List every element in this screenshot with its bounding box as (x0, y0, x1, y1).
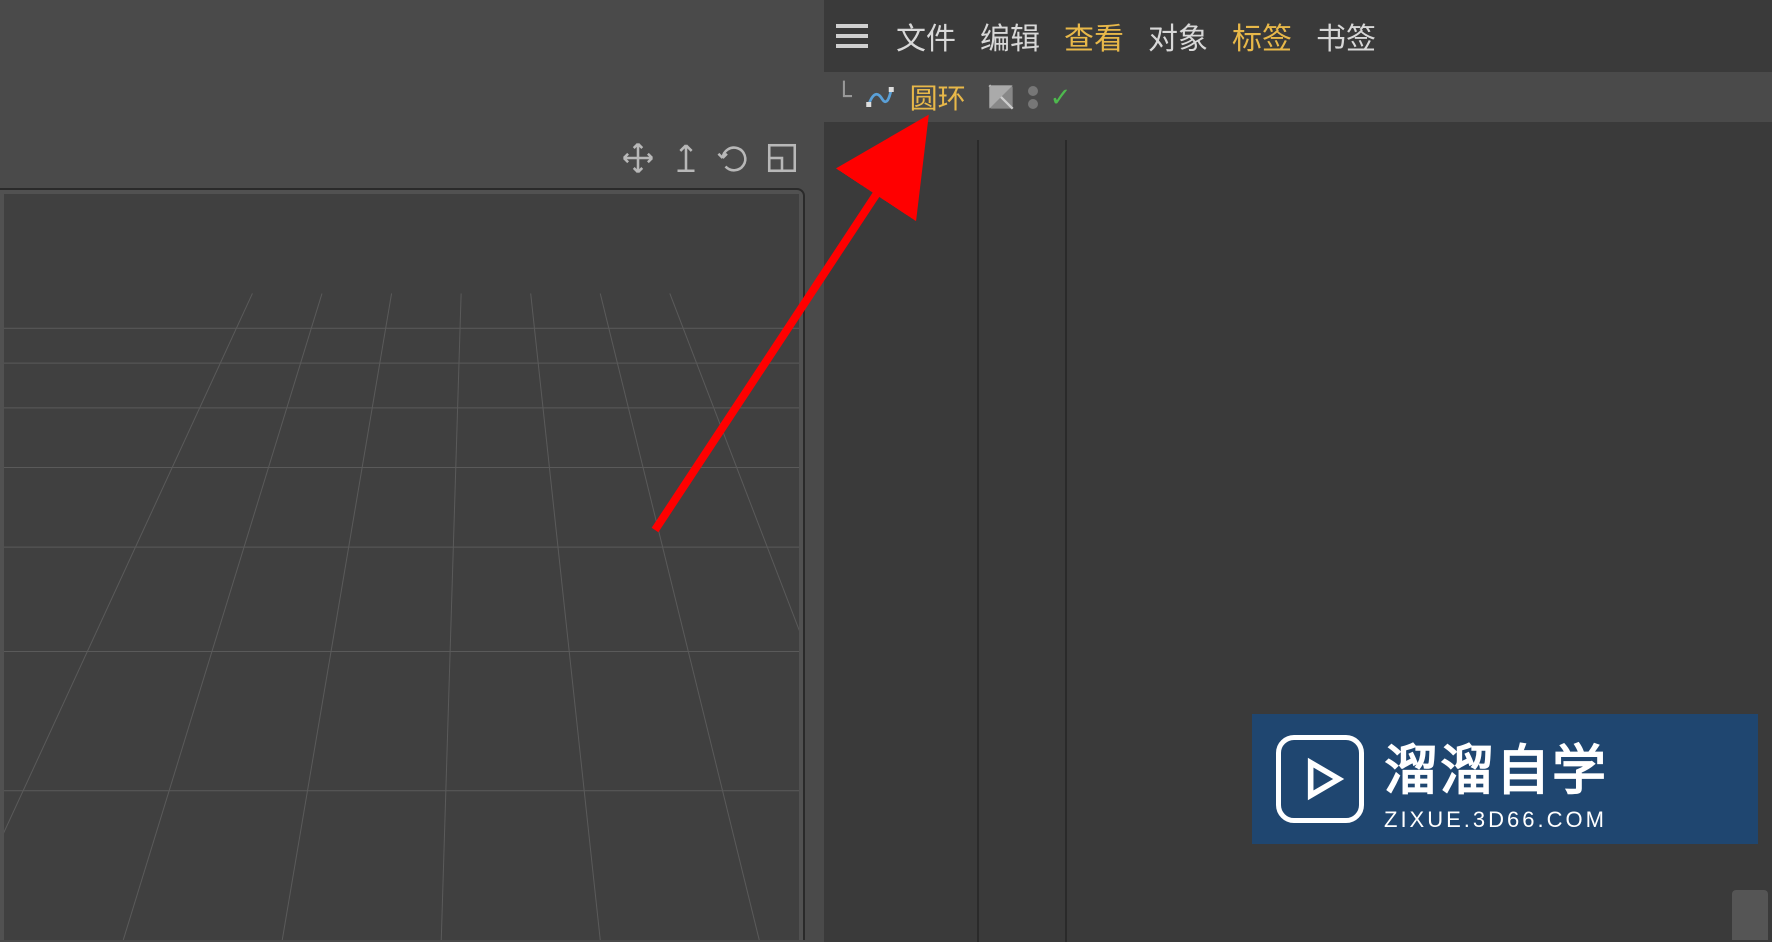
enable-checkmark-icon[interactable]: ✓ (1050, 82, 1072, 113)
menu-view[interactable]: 查看 (1064, 14, 1124, 58)
spline-icon (864, 81, 896, 113)
layer-tag-icon[interactable] (986, 82, 1016, 112)
menu-file[interactable]: 文件 (896, 14, 956, 58)
hamburger-menu-icon[interactable] (832, 16, 872, 56)
viewport-3d[interactable] (4, 194, 799, 940)
watermark-text: 溜溜自学 ZIXUE.3D66.COM (1384, 726, 1608, 833)
visibility-toggle-icon[interactable] (1028, 86, 1038, 109)
move-tool-icon[interactable] (620, 140, 656, 176)
corner-handle[interactable] (1732, 890, 1768, 940)
watermark: 溜溜自学 ZIXUE.3D66.COM (1252, 714, 1758, 844)
frame-tool-icon[interactable] (764, 140, 800, 176)
menu-bookmarks[interactable]: 书签 (1316, 14, 1376, 58)
menu-object[interactable]: 对象 (1148, 14, 1208, 58)
menu-edit[interactable]: 编辑 (980, 14, 1040, 58)
panel-menubar: 文件 编辑 查看 对象 标签 书签 (824, 0, 1772, 72)
watermark-subtitle: ZIXUE.3D66.COM (1384, 807, 1608, 833)
object-label[interactable]: 圆环 (910, 77, 966, 117)
watermark-title: 溜溜自学 (1384, 726, 1608, 805)
tree-connector-icon: └ (836, 82, 852, 112)
panel-col-2[interactable] (979, 140, 1067, 942)
menu-tags[interactable]: 标签 (1232, 14, 1292, 58)
watermark-logo-icon (1276, 735, 1364, 823)
viewport-area (0, 0, 810, 942)
panel-col-1[interactable] (824, 140, 979, 942)
rotate-tool-icon[interactable] (716, 140, 752, 176)
grid-3d (4, 194, 799, 940)
scale-tool-icon[interactable] (668, 140, 704, 176)
viewport-toolbar (620, 140, 800, 176)
viewport-frame[interactable] (0, 188, 805, 940)
object-tree-row[interactable]: └ 圆环 ✓ (824, 72, 1772, 122)
